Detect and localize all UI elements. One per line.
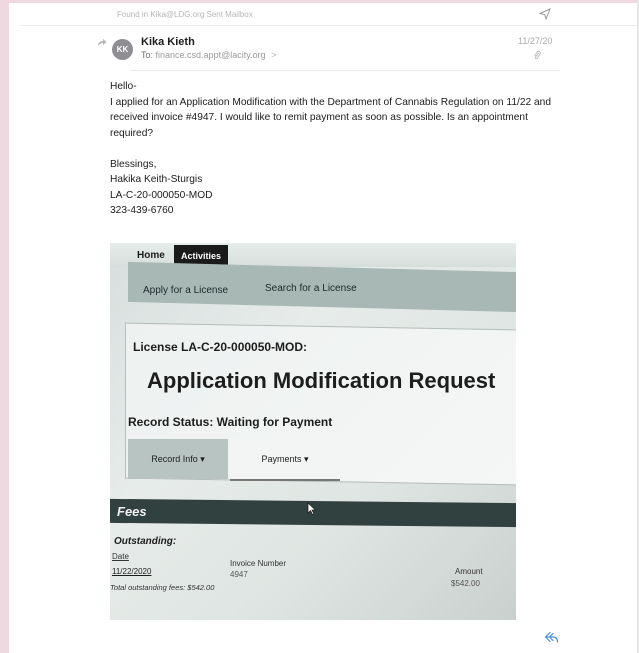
greeting: Hello-: [110, 81, 137, 92]
message-paragraph: I applied for an Application Modificatio…: [110, 96, 551, 139]
sender-name[interactable]: Kika Kieth: [141, 36, 195, 48]
recipient-address[interactable]: finance.csd.appt@lacity.org: [156, 50, 266, 60]
signature-name: Hakika Keith-Sturgis: [110, 174, 203, 185]
send-icon[interactable]: [539, 8, 551, 20]
photo-title: Application Modification Request: [147, 368, 496, 393]
avatar[interactable]: KK: [112, 39, 133, 60]
message-date: 11/27/20: [518, 36, 553, 46]
signoff: Blessings,: [110, 158, 157, 170]
photo-search-link: Search for a License: [265, 283, 357, 294]
to-label: To:: [141, 50, 154, 60]
photo-col-amount: Amount: [455, 567, 483, 576]
photo-record-info-tab: Record Info ▾: [128, 439, 228, 479]
signature-license: LA-C-20-000050-MOD: [110, 189, 213, 201]
forward-arrow-icon: [98, 38, 107, 46]
photo-outstanding-label: Outstanding:: [114, 536, 177, 547]
photo-row-amount: $542.00: [451, 579, 480, 588]
photo-row-date: 11/22/2020: [112, 567, 152, 576]
header-divider: [130, 70, 560, 71]
mouse-cursor-icon: [307, 502, 317, 515]
photo-record-status: Record Status: Waiting for Payment: [128, 415, 333, 429]
photo-row-invoice: 4947: [230, 570, 248, 579]
photo-payments-tab: Payments ▾: [230, 439, 340, 481]
found-in-bar: Found in Kika@LDG.org Sent Mailbox: [20, 3, 637, 26]
photo-apply-link: Apply for a License: [143, 285, 229, 296]
photo-fees-heading: Fees: [117, 504, 147, 519]
left-sidebar-edge: [0, 0, 9, 653]
photo-tab-home: Home: [137, 250, 165, 261]
message-body: Hello- I applied for an Application Modi…: [110, 79, 562, 219]
reply-icon[interactable]: [544, 631, 559, 644]
found-in-label: Found in Kika@LDG.org Sent Mailbox: [117, 10, 253, 19]
recipient-line[interactable]: To: finance.csd.appt@lacity.org >: [141, 50, 276, 60]
message-header[interactable]: KK Kika Kieth To: finance.csd.appt@lacit…: [20, 25, 637, 70]
paperclip-icon: [534, 50, 541, 60]
attached-photo[interactable]: Home Activities Apply for a License Sear…: [110, 243, 516, 620]
photo-col-date: Date: [112, 552, 129, 561]
photo-license-label: License LA-C-20-000050-MOD:: [133, 340, 308, 354]
recipient-chevron[interactable]: >: [271, 50, 276, 60]
photo-total-fees: Total outstanding fees: $542.00: [110, 583, 215, 592]
photo-col-invoice: Invoice Number: [230, 559, 287, 568]
signature-phone: 323-439-6760: [110, 205, 174, 216]
message-card: Found in Kika@LDG.org Sent Mailbox KK Ki…: [20, 3, 637, 653]
